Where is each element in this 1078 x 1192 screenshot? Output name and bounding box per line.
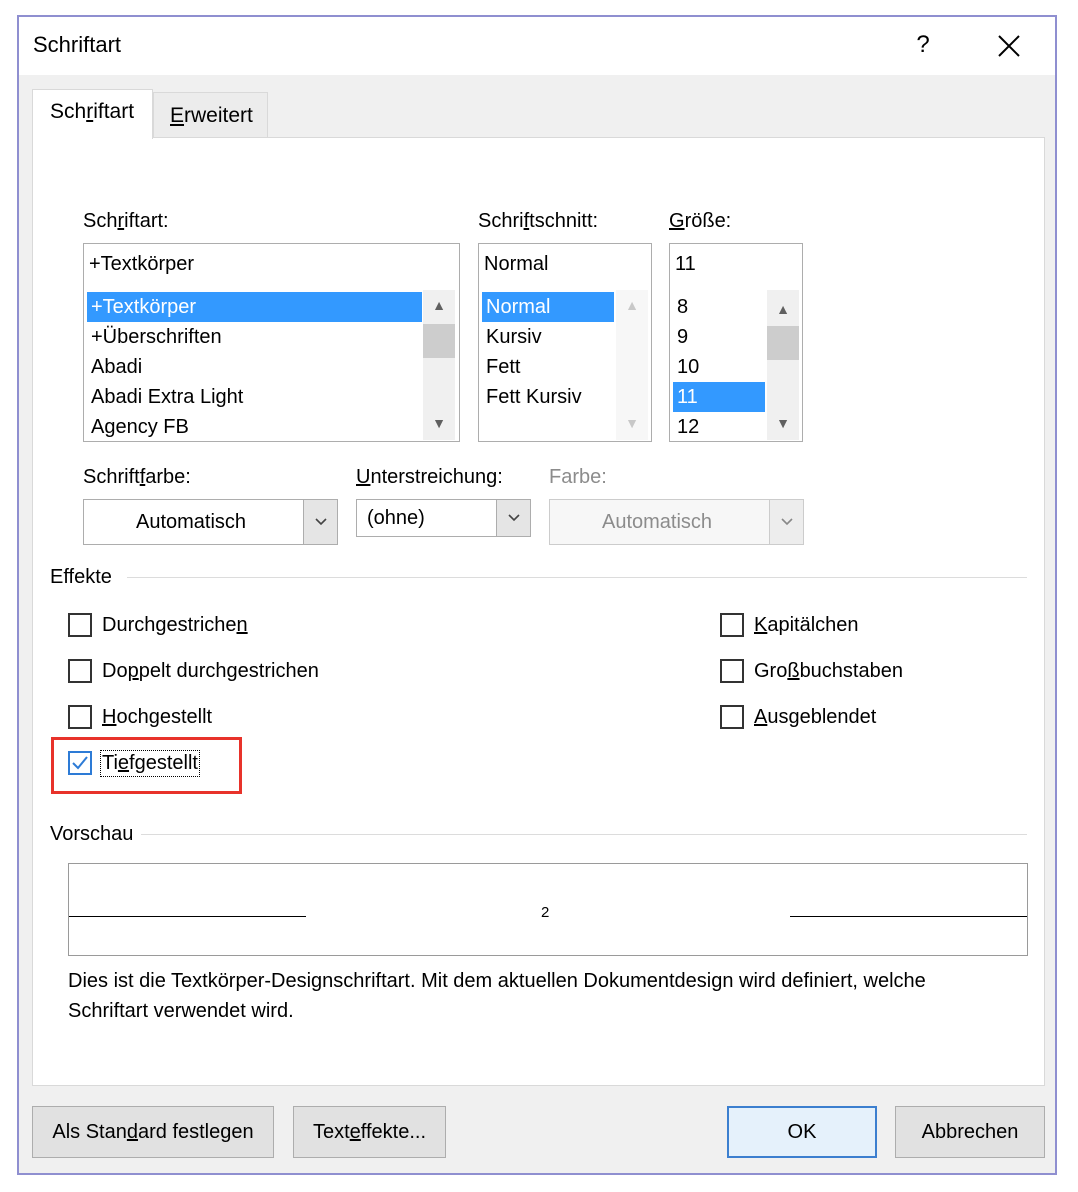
list-item[interactable]: 12 (673, 412, 765, 441)
size-input[interactable]: 11 (669, 243, 803, 289)
tab-panel: Schriftart: +Textkörper +Textkörper +Übe… (32, 137, 1045, 1086)
size-list-scrollbar[interactable]: ▲ ▼ (767, 290, 799, 440)
underline-value: (ohne) (367, 507, 425, 529)
help-button[interactable]: ? (911, 31, 935, 59)
list-item[interactable]: Fett (482, 352, 614, 382)
font-dialog: Schriftart ? Schriftart Erweitert Schrif… (17, 15, 1057, 1175)
preview-line-right (790, 916, 1027, 917)
dropdown-arrow[interactable] (303, 500, 337, 544)
all-caps-label[interactable]: Großbuchstaben (754, 660, 903, 683)
preview-description: Dies ist die Textkörper-Designschriftart… (68, 970, 926, 1022)
scrollbar-thumb[interactable] (767, 326, 799, 360)
chevron-down-icon (314, 518, 327, 526)
dropdown-arrow[interactable] (496, 500, 530, 536)
chevron-up-icon: ▲ (625, 297, 639, 313)
chevron-down-icon (780, 518, 793, 526)
style-input[interactable]: Normal (478, 243, 652, 289)
chevron-up-icon[interactable]: ▲ (767, 294, 799, 324)
chevron-down-icon: ▼ (625, 415, 639, 431)
chevron-down-icon[interactable]: ▼ (423, 408, 455, 438)
superscript-label[interactable]: Hochgestellt (102, 706, 212, 729)
list-item[interactable]: 11 (673, 382, 765, 412)
all-caps-checkbox[interactable] (720, 659, 744, 683)
set-default-button[interactable]: Als Standard festlegen (32, 1106, 274, 1158)
size-list[interactable]: 8 9 10 11 12 ▲ ▼ (669, 288, 803, 442)
underline-label: Unterstreichung: (356, 466, 503, 488)
underline-color-select: Automatisch (549, 499, 804, 545)
list-item[interactable]: Normal (482, 292, 614, 322)
dropdown-arrow (769, 500, 803, 544)
chevron-down-icon[interactable]: ▼ (767, 408, 799, 438)
chevron-down-icon (507, 514, 520, 522)
text-effects-button[interactable]: Texteffekte... (293, 1106, 446, 1158)
list-item[interactable]: +Textkörper (87, 292, 422, 322)
preview-heading: Vorschau (50, 823, 134, 845)
close-icon (998, 35, 1020, 57)
hidden-label[interactable]: Ausgeblendet (754, 706, 876, 729)
ok-button[interactable]: OK (727, 1106, 877, 1158)
subscript-label[interactable]: Tiefgestellt (100, 750, 200, 777)
subscript-checkbox[interactable] (68, 751, 92, 775)
dialog-title: Schriftart (33, 32, 122, 57)
list-item[interactable]: 10 (673, 352, 765, 382)
style-label: Schriftschnitt: (478, 210, 599, 232)
list-item[interactable]: 8 (673, 292, 765, 322)
double-strikethrough-label[interactable]: Doppelt durchgestrichen (102, 660, 319, 683)
close-button[interactable] (994, 31, 1024, 61)
underline-color-label: Farbe: (549, 466, 607, 488)
size-label: Größe: (669, 210, 732, 232)
style-list-scrollbar: ▲ ▼ (616, 290, 648, 440)
underline-color-value: Automatisch (602, 511, 713, 533)
effects-divider (127, 577, 1027, 578)
list-item[interactable]: +Überschriften (87, 322, 422, 352)
scrollbar-thumb[interactable] (423, 324, 455, 358)
effects-heading: Effekte (50, 566, 112, 588)
cancel-button[interactable]: Abbrechen (895, 1106, 1045, 1158)
preview-line-left (69, 916, 306, 917)
tab-schriftart[interactable]: Schriftart (32, 89, 153, 139)
strikethrough-label[interactable]: Durchgestrichen (102, 614, 248, 637)
font-color-value: Automatisch (136, 511, 247, 533)
strikethrough-checkbox[interactable] (68, 613, 92, 637)
tab-erweitert[interactable]: Erweitert (153, 92, 268, 138)
font-input[interactable]: +Textkörper (83, 243, 460, 289)
checkmark-icon (72, 756, 88, 770)
list-item[interactable]: 9 (673, 322, 765, 352)
font-color-label: Schriftfarbe: (83, 466, 191, 488)
chevron-up-icon[interactable]: ▲ (423, 290, 455, 320)
font-list[interactable]: +Textkörper +Überschriften Abadi Abadi E… (83, 288, 460, 442)
hidden-checkbox[interactable] (720, 705, 744, 729)
double-strikethrough-checkbox[interactable] (68, 659, 92, 683)
style-list[interactable]: Normal Kursiv Fett Fett Kursiv ▲ ▼ (478, 288, 652, 442)
list-item[interactable]: Fett Kursiv (482, 382, 614, 412)
list-item[interactable]: Agency FB (87, 412, 422, 441)
preview-sample: 2 (541, 904, 550, 921)
small-caps-checkbox[interactable] (720, 613, 744, 637)
font-color-select[interactable]: Automatisch (83, 499, 338, 545)
title-bar: Schriftart ? (19, 17, 1055, 75)
underline-select[interactable]: (ohne) (356, 499, 531, 537)
list-item[interactable]: Abadi (87, 352, 422, 382)
preview-box: 2 (68, 863, 1028, 956)
list-item[interactable]: Kursiv (482, 322, 614, 352)
preview-divider (141, 834, 1027, 835)
font-label: Schriftart: (83, 210, 169, 232)
font-list-scrollbar[interactable]: ▲ ▼ (423, 290, 455, 440)
list-item[interactable]: Abadi Extra Light (87, 382, 422, 412)
small-caps-label[interactable]: Kapitälchen (754, 614, 859, 637)
superscript-checkbox[interactable] (68, 705, 92, 729)
